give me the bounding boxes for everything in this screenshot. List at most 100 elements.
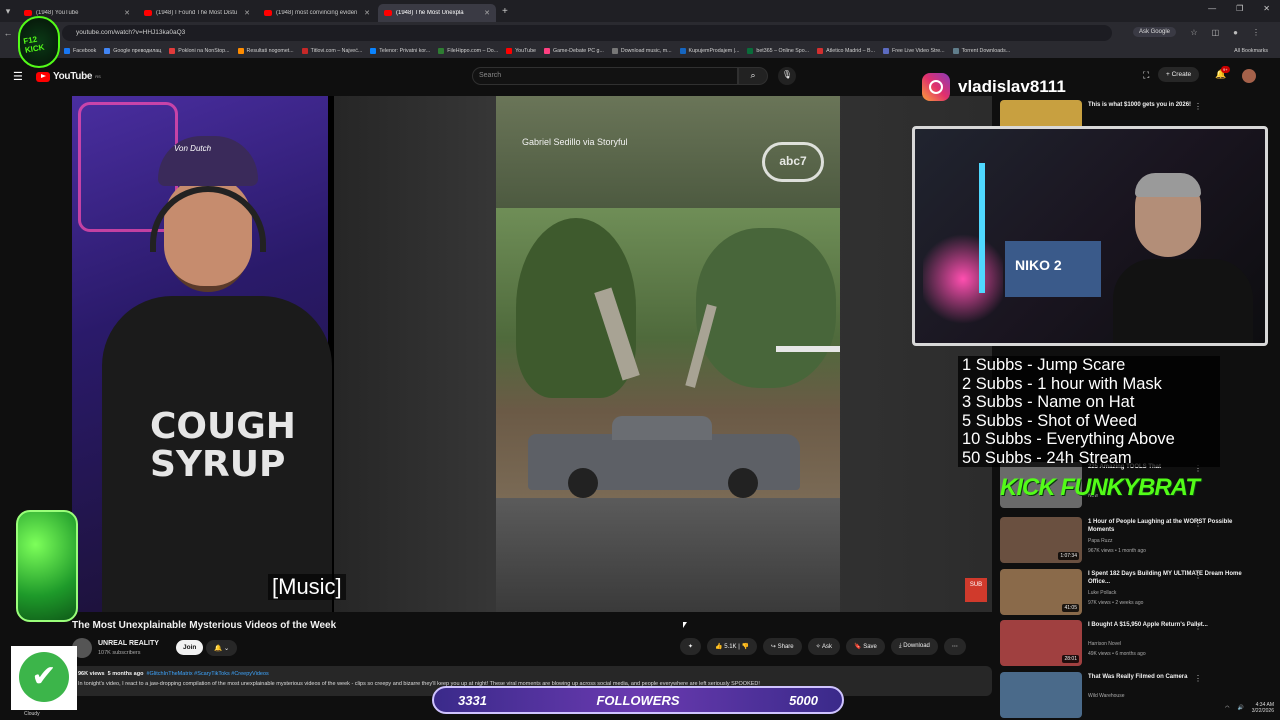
bookmark-favicon-icon <box>169 48 176 54</box>
hamburger-menu-icon[interactable]: ☰ <box>13 70 23 83</box>
save-button[interactable]: 🔖 Save <box>846 638 885 655</box>
browser-tab-active[interactable]: (1948) The Most Unexpla ✕ <box>378 4 496 22</box>
share-button[interactable]: ↪ Share <box>762 638 802 655</box>
bookmark-item[interactable]: Download music, m... <box>611 48 672 54</box>
create-button[interactable]: + Create <box>1158 67 1200 82</box>
profile-icon[interactable]: ● <box>1233 28 1238 37</box>
search-input[interactable]: Search <box>472 67 738 85</box>
bookmark-item[interactable]: Telenor: Privatni kor... <box>370 48 430 54</box>
tab-title: (1948) The Most Unexpla <box>396 10 464 16</box>
more-options-icon[interactable]: ⋮ <box>1194 571 1202 580</box>
account-avatar[interactable] <box>1242 69 1256 83</box>
recommended-channel[interactable]: Papa Ruzz <box>1088 538 1112 544</box>
recommended-title[interactable]: This is what $1000 gets you in 2026! <box>1088 102 1258 110</box>
back-icon[interactable]: ← <box>0 28 16 38</box>
subscription-bell-button[interactable]: 🔔 ⌄ <box>206 640 238 656</box>
bookmark-favicon-icon <box>301 48 308 54</box>
bookmark-favicon-icon <box>543 48 550 54</box>
video-player[interactable]: Gabriel Sedillo via Storyful abc7 COUGH … <box>72 96 992 612</box>
bookmark-item[interactable]: Game-Debate PC g... <box>543 48 604 54</box>
video-thumbnail[interactable] <box>1000 672 1082 718</box>
recommended-title[interactable]: I Bought A $15,950 Apple Return's Pallet… <box>1088 622 1258 630</box>
sub-goal-item: 5 Subbs - Shot of Weed <box>962 411 1137 430</box>
menu-icon[interactable]: ⋮ <box>1252 28 1260 37</box>
wifi-icon[interactable]: ◠ <box>1225 705 1229 711</box>
more-actions-button[interactable]: ⋯ <box>943 638 966 655</box>
ask-google-button[interactable]: Ask Google <box>1132 27 1176 37</box>
verified-check-overlay: ✔ <box>11 646 77 710</box>
browser-tab-2[interactable]: (1948) I Found The Most Distu ✕ <box>138 4 256 22</box>
volume-icon[interactable]: 🔊 <box>1238 705 1244 711</box>
minimize-icon[interactable]: — <box>1208 4 1216 13</box>
browser-tab-3[interactable]: (1948) most convincing eviden ✕ <box>258 4 376 22</box>
new-tab-icon[interactable]: + <box>502 6 508 17</box>
bookmark-item[interactable]: Google преводилац <box>104 48 161 54</box>
more-options-icon[interactable]: ⋮ <box>1194 519 1202 528</box>
system-clock[interactable]: 4:34 AM 3/22/2026 <box>1252 702 1274 714</box>
bookmark-favicon-icon <box>104 48 111 54</box>
recommended-title[interactable]: That Was Really Filmed on Camera <box>1088 674 1258 682</box>
bookmark-label: Resultati nogomet... <box>246 48 294 54</box>
bookmark-item[interactable]: Free Live Video Stre... <box>882 48 945 54</box>
video-thumbnail[interactable]: 41:05 <box>1000 569 1082 615</box>
kick-brand-overlay: KICK FUNKYBRAT <box>1000 474 1200 501</box>
video-duration: 1:07:34 <box>1058 552 1079 560</box>
recommended-title[interactable]: I Spent 182 Days Building MY ULTIMATE Dr… <box>1088 571 1258 586</box>
download-icon: ⤓ <box>898 643 902 649</box>
bookmark-item[interactable]: Titlovi.com – Najveć... <box>301 48 362 54</box>
bookmark-item[interactable]: Facebook <box>64 48 96 54</box>
recommended-channel[interactable]: Luke Pollack <box>1088 590 1116 596</box>
tab-search-icon[interactable]: ▾ <box>0 6 16 17</box>
recommended-title[interactable]: 1 Hour of People Laughing at the WORST P… <box>1088 519 1258 534</box>
recommended-video[interactable]: 1:07:34 1 Hour of People Laughing at the … <box>1000 517 1276 565</box>
tree <box>696 228 836 388</box>
close-window-icon[interactable]: ✕ <box>1263 4 1270 13</box>
search-button[interactable]: ⌕ <box>738 67 768 85</box>
browser-toolbar-icons: ☆ ◫ ● ⋮ <box>1190 28 1260 37</box>
close-tab-icon[interactable]: ✕ <box>484 9 490 17</box>
like-button[interactable]: 👍 5.1K | 👎 <box>707 638 757 655</box>
kick-badge-text: F12 KICK <box>22 34 46 55</box>
bookmark-item[interactable]: YouTube <box>506 48 536 54</box>
neon-light-bar <box>979 163 985 293</box>
recommended-video[interactable]: 41:05 I Spent 182 Days Building MY ULTIMA… <box>1000 569 1276 617</box>
video-thumbnail[interactable]: 28:01 <box>1000 620 1082 666</box>
bookmark-item[interactable]: Atletico Madrid – B... <box>817 48 875 54</box>
ask-button[interactable]: ✧ Ask <box>807 638 841 655</box>
recommended-channel[interactable]: Harrison Novel <box>1088 641 1121 647</box>
voice-search-button[interactable]: 🎙 <box>778 67 796 85</box>
close-tab-icon[interactable]: ✕ <box>244 9 250 17</box>
shirt-print: COUGH SYRUP <box>150 406 296 485</box>
search-icon: ⌕ <box>750 70 756 80</box>
extensions-icon[interactable]: ◫ <box>1212 28 1220 37</box>
url-input[interactable]: youtube.com/watch?v=HHJ13ka0aQ3 <box>62 25 1112 41</box>
more-options-icon[interactable]: ⋮ <box>1194 102 1202 111</box>
bookmark-item[interactable]: bet365 – Online Spo... <box>747 48 809 54</box>
youtube-logo[interactable]: YouTube RS <box>36 71 101 82</box>
all-bookmarks-link[interactable]: All Bookmarks <box>1234 48 1268 54</box>
cast-icon[interactable]: ⛶ <box>1143 70 1149 81</box>
recommended-channel[interactable]: Wild Warehouse <box>1088 693 1125 699</box>
star-icon[interactable]: ☆ <box>1190 28 1197 37</box>
download-button[interactable]: ⤓ Download <box>890 638 938 655</box>
instagram-handle: vladislav8111 <box>958 77 1066 96</box>
channel-name[interactable]: UNREAL REALITY <box>98 640 159 647</box>
bookmark-item[interactable]: KupujemProdajem |... <box>679 48 739 54</box>
video-thumbnail[interactable]: 1:07:34 <box>1000 517 1082 563</box>
subscribe-watermark[interactable]: SUB <box>965 578 987 602</box>
bookmark-item[interactable]: Resultati nogomet... <box>237 48 294 54</box>
thumbs-down-icon[interactable]: 👎 <box>741 644 748 650</box>
bookmark-item[interactable]: FileHippo.com – Do... <box>438 48 498 54</box>
more-options-icon[interactable]: ⋮ <box>1194 674 1202 683</box>
bookmark-item[interactable]: Torrent Downloads... <box>952 48 1011 54</box>
join-button[interactable]: Join <box>176 640 204 655</box>
recommended-video[interactable]: 28:01 I Bought A $15,950 Apple Return's P… <box>1000 620 1276 668</box>
hashtags[interactable]: #GlitchInTheMatrix #ScaryTikToks #Creepy… <box>147 671 269 677</box>
bookmark-label: Torrent Downloads... <box>961 48 1011 54</box>
close-tab-icon[interactable]: ✕ <box>124 9 130 17</box>
sparkle-button[interactable]: ✦ <box>680 638 702 655</box>
close-tab-icon[interactable]: ✕ <box>364 9 370 17</box>
maximize-icon[interactable]: ❐ <box>1236 4 1243 13</box>
bookmark-item[interactable]: Pokloni na NonStop... <box>169 48 230 54</box>
more-options-icon[interactable]: ⋮ <box>1194 622 1202 631</box>
